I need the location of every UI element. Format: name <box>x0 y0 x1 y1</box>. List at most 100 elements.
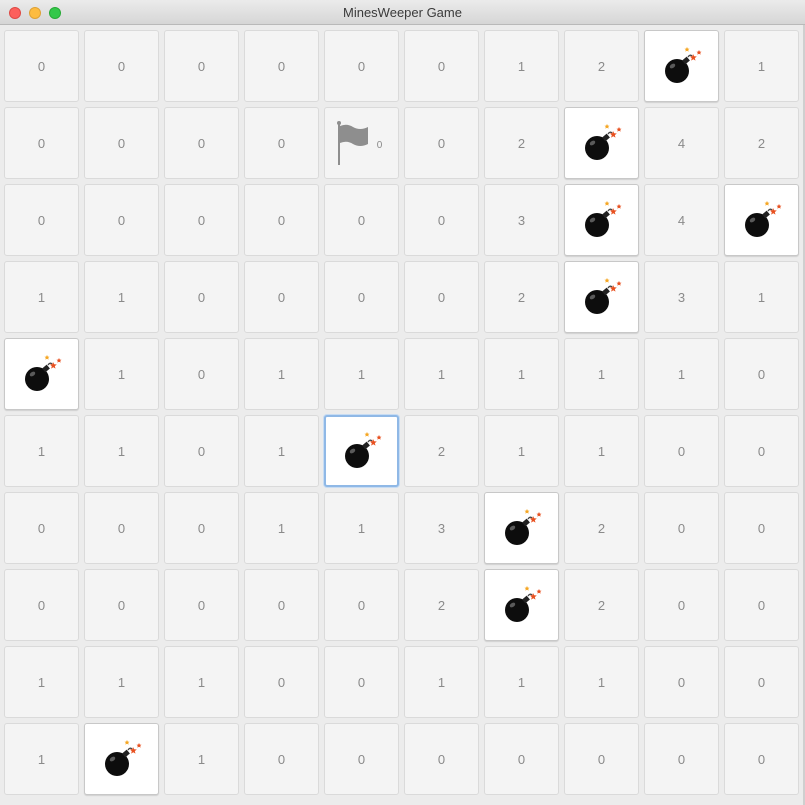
board-cell[interactable]: 0 <box>724 723 799 795</box>
board-cell[interactable]: 0 <box>564 723 639 795</box>
board-cell[interactable]: 1 <box>484 646 559 718</box>
board-cell[interactable]: 0 <box>724 569 799 641</box>
board-cell[interactable]: 0 <box>4 184 79 256</box>
board-cell[interactable]: 0 <box>324 30 399 102</box>
board-cell[interactable]: 0 <box>4 569 79 641</box>
board-cell-mine[interactable] <box>724 184 799 256</box>
board-cell[interactable]: 2 <box>404 415 479 487</box>
board-cell[interactable]: 1 <box>4 261 79 333</box>
board-cell[interactable]: 1 <box>164 723 239 795</box>
board-cell[interactable]: 1 <box>404 646 479 718</box>
board-cell[interactable]: 1 <box>4 415 79 487</box>
board-cell[interactable]: 1 <box>724 30 799 102</box>
board-cell[interactable]: 1 <box>564 338 639 410</box>
board-cell[interactable]: 4 <box>644 107 719 179</box>
board-cell[interactable]: 0 <box>324 723 399 795</box>
board-cell[interactable]: 2 <box>564 30 639 102</box>
board-cell[interactable]: 0 <box>324 569 399 641</box>
board-cell[interactable]: 1 <box>484 415 559 487</box>
board-cell[interactable]: 1 <box>644 338 719 410</box>
board-cell[interactable]: 1 <box>84 338 159 410</box>
board-cell-mine[interactable] <box>564 184 639 256</box>
board-cell[interactable]: 0 <box>84 30 159 102</box>
board-cell[interactable]: 2 <box>484 261 559 333</box>
board-cell[interactable]: 0 <box>164 338 239 410</box>
board-cell[interactable]: 4 <box>644 184 719 256</box>
board-cell[interactable]: 0 <box>84 184 159 256</box>
board-cell[interactable]: 0 <box>244 261 319 333</box>
board-cell[interactable]: 0 <box>644 492 719 564</box>
board-cell[interactable]: 0 <box>404 30 479 102</box>
board-cell-mine[interactable] <box>644 30 719 102</box>
board-cell[interactable]: 0 <box>484 723 559 795</box>
board-cell[interactable]: 0 <box>724 415 799 487</box>
board-cell[interactable]: 0 <box>164 492 239 564</box>
board-cell[interactable]: 0 <box>404 184 479 256</box>
board-cell[interactable]: 0 <box>164 30 239 102</box>
board-cell[interactable]: 1 <box>324 492 399 564</box>
board-cell[interactable]: 3 <box>404 492 479 564</box>
board-cell[interactable]: 1 <box>484 30 559 102</box>
board-cell[interactable]: 2 <box>564 569 639 641</box>
board-cell[interactable]: 1 <box>484 338 559 410</box>
board-cell[interactable]: 0 <box>84 492 159 564</box>
board-cell[interactable]: 2 <box>484 107 559 179</box>
board-cell[interactable]: 0 <box>724 492 799 564</box>
board-cell-flagged[interactable]: 0 <box>324 107 399 179</box>
board-cell[interactable]: 1 <box>244 415 319 487</box>
board-cell[interactable]: 1 <box>4 723 79 795</box>
board-cell[interactable]: 0 <box>324 646 399 718</box>
board-cell[interactable]: 0 <box>4 30 79 102</box>
board-cell[interactable]: 0 <box>244 723 319 795</box>
board-cell[interactable]: 0 <box>644 569 719 641</box>
board-cell[interactable]: 1 <box>324 338 399 410</box>
board-cell[interactable]: 2 <box>564 492 639 564</box>
board-cell[interactable]: 2 <box>404 569 479 641</box>
board-cell[interactable]: 1 <box>84 261 159 333</box>
board-cell[interactable]: 0 <box>724 646 799 718</box>
board-cell[interactable]: 1 <box>564 415 639 487</box>
board-cell[interactable]: 3 <box>644 261 719 333</box>
board-cell[interactable]: 0 <box>164 107 239 179</box>
board-cell-mine[interactable] <box>564 107 639 179</box>
board-cell[interactable]: 0 <box>244 184 319 256</box>
board-cell[interactable]: 0 <box>324 184 399 256</box>
board-cell[interactable]: 0 <box>644 646 719 718</box>
board-cell-mine[interactable] <box>564 261 639 333</box>
board-cell[interactable]: 0 <box>324 261 399 333</box>
board-cell[interactable]: 0 <box>244 30 319 102</box>
board-cell[interactable]: 1 <box>164 646 239 718</box>
board-cell[interactable]: 0 <box>164 415 239 487</box>
board-cell[interactable]: 0 <box>644 723 719 795</box>
board-cell[interactable]: 0 <box>244 569 319 641</box>
board-cell[interactable]: 1 <box>244 492 319 564</box>
board-cell-mine[interactable] <box>324 415 399 487</box>
board-cell-mine[interactable] <box>4 338 79 410</box>
board-cell[interactable]: 1 <box>564 646 639 718</box>
board-cell-mine[interactable] <box>484 569 559 641</box>
board-cell[interactable]: 0 <box>164 569 239 641</box>
board-cell[interactable]: 0 <box>84 107 159 179</box>
board-cell[interactable]: 1 <box>84 646 159 718</box>
board-cell[interactable]: 1 <box>244 338 319 410</box>
board-cell-mine[interactable] <box>484 492 559 564</box>
board-cell[interactable]: 0 <box>724 338 799 410</box>
board-cell[interactable]: 0 <box>164 261 239 333</box>
board-cell[interactable]: 0 <box>404 261 479 333</box>
board-cell[interactable]: 0 <box>644 415 719 487</box>
board-cell[interactable]: 0 <box>244 107 319 179</box>
board-cell[interactable]: 0 <box>84 569 159 641</box>
board-cell[interactable]: 1 <box>724 261 799 333</box>
board-cell[interactable]: 0 <box>404 723 479 795</box>
board-cell-mine[interactable] <box>84 723 159 795</box>
board-cell[interactable]: 0 <box>404 107 479 179</box>
board-cell[interactable]: 1 <box>84 415 159 487</box>
board-cell[interactable]: 1 <box>4 646 79 718</box>
board-cell[interactable]: 0 <box>4 492 79 564</box>
board-cell[interactable]: 1 <box>404 338 479 410</box>
board-cell[interactable]: 0 <box>164 184 239 256</box>
board-cell[interactable]: 0 <box>244 646 319 718</box>
board-cell[interactable]: 2 <box>724 107 799 179</box>
board-cell[interactable]: 0 <box>4 107 79 179</box>
board-cell[interactable]: 3 <box>484 184 559 256</box>
